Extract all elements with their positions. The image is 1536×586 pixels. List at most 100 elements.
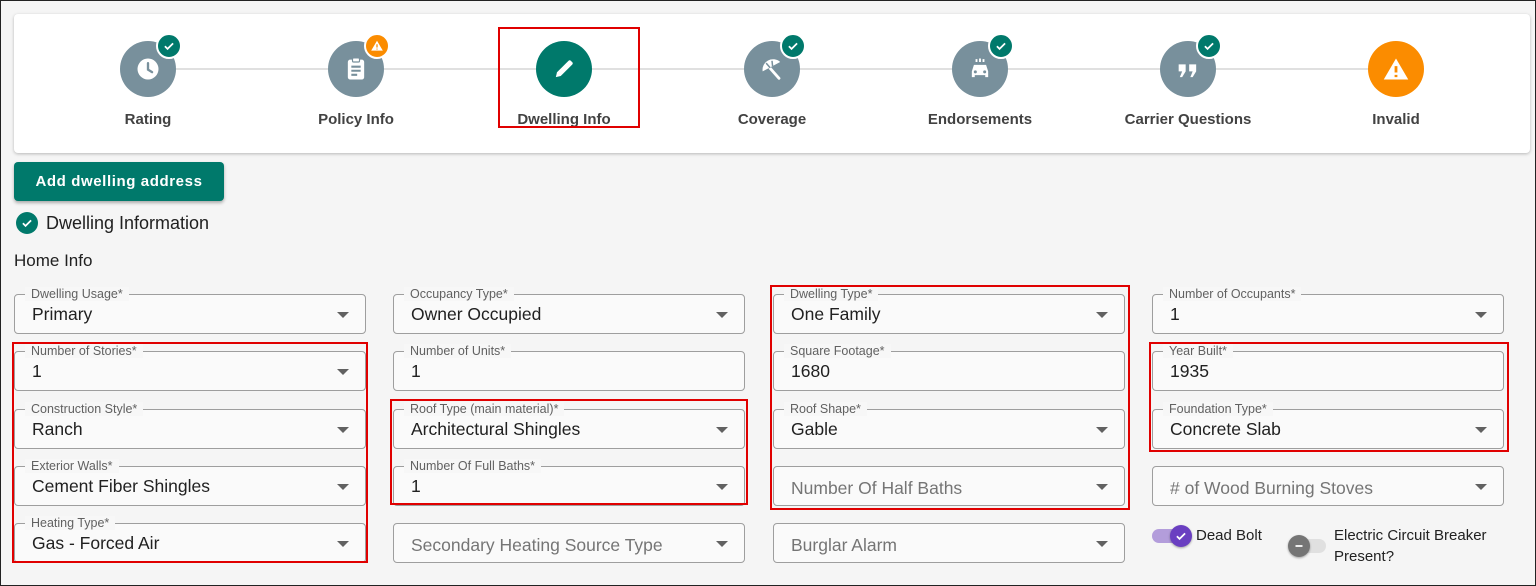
step-label: Coverage (737, 111, 807, 128)
field-value: Primary (32, 304, 93, 324)
field-label: Dwelling Usage* (25, 287, 129, 301)
quote-icon (1178, 64, 1197, 78)
dead-bolt-label: Dead Bolt (1196, 527, 1262, 544)
clock-icon (137, 58, 159, 80)
step-invalid[interactable]: Invalid (1316, 41, 1476, 128)
step-rating[interactable]: Rating (68, 33, 228, 128)
field-label: Year Built* (1163, 344, 1233, 358)
caret-down-icon (1475, 484, 1487, 490)
electric-circuit-breaker-toggle[interactable] (1288, 535, 1330, 557)
field-label: Number Of Full Baths* (404, 459, 542, 473)
field-label: Number of Occupants* (1163, 287, 1302, 301)
step-label: Carrier Questions (1124, 111, 1252, 128)
caret-down-icon (337, 541, 349, 547)
square-footage-input[interactable]: Square Footage* 1680 (773, 344, 1125, 391)
burglar-alarm-select[interactable]: Burglar Alarm (773, 523, 1125, 563)
clipboard-icon (347, 57, 365, 80)
step-invalid-circle (1368, 41, 1424, 97)
field-value: 1 (411, 476, 421, 496)
minus-icon (1288, 535, 1310, 557)
caret-down-icon (716, 484, 728, 490)
field-value: 1680 (791, 361, 830, 381)
step-label: Rating (124, 111, 172, 128)
field-label: Construction Style* (25, 402, 144, 416)
caret-down-icon (716, 312, 728, 318)
section-title: Dwelling Information (46, 212, 210, 233)
check-icon (156, 33, 182, 59)
field-placeholder: # of Wood Burning Stoves (1170, 478, 1373, 498)
caret-down-icon (337, 312, 349, 318)
car-icon (971, 58, 989, 78)
field-value: One Family (791, 304, 881, 324)
roof-shape-select[interactable]: Roof Shape* Gable (773, 402, 1125, 449)
field-placeholder: Burglar Alarm (791, 535, 898, 555)
number-of-half-baths-select[interactable]: Number Of Half Baths (773, 466, 1125, 506)
caret-down-icon (1096, 427, 1108, 433)
roof-type-select[interactable]: Roof Type (main material)* Architectural… (393, 402, 745, 449)
label-line: Present? (1334, 548, 1395, 565)
field-value: Architectural Shingles (411, 419, 581, 439)
warning-icon (1383, 58, 1409, 80)
field-label: Square Footage* (784, 344, 891, 358)
field-label: Heating Type* (25, 516, 116, 530)
field-label: Occupancy Type* (404, 287, 514, 301)
step-dwelling-info[interactable]: Dwelling Info (484, 41, 644, 128)
field-value: Concrete Slab (1170, 419, 1281, 439)
field-value: Ranch (32, 419, 83, 439)
foundation-type-select[interactable]: Foundation Type* Concrete Slab (1152, 402, 1504, 449)
step-policy-info[interactable]: Policy Info (276, 33, 436, 128)
field-label: Roof Shape* (784, 402, 867, 416)
section-header[interactable]: Dwelling Information (16, 212, 209, 234)
field-value: Cement Fiber Shingles (32, 476, 210, 496)
wood-burning-stoves-select[interactable]: # of Wood Burning Stoves (1152, 466, 1504, 506)
check-icon (988, 33, 1014, 59)
field-label: Number of Stories* (25, 344, 143, 358)
step-coverage[interactable]: Coverage (692, 33, 852, 128)
check-icon (1196, 33, 1222, 59)
check-icon (780, 33, 806, 59)
dead-bolt-toggle-row: Dead Bolt (1152, 525, 1262, 547)
step-label: Dwelling Info (517, 111, 611, 128)
field-value: 1 (1170, 304, 1180, 324)
label-line: Electric Circuit Breaker (1334, 527, 1487, 544)
number-of-full-baths-select[interactable]: Number Of Full Baths* 1 (393, 459, 745, 506)
step-endorsements[interactable]: Endorsements (900, 33, 1060, 128)
field-placeholder: Secondary Heating Source Type (411, 535, 663, 555)
step-dwelling-info-circle (536, 41, 592, 97)
check-circle-icon (16, 212, 38, 234)
caret-down-icon (1475, 312, 1487, 318)
warning-icon (364, 33, 390, 59)
step-carrier-questions[interactable]: Carrier Questions (1108, 33, 1268, 128)
field-placeholder: Number Of Half Baths (791, 478, 963, 498)
construction-style-select[interactable]: Construction Style* Ranch (14, 402, 366, 449)
step-label: Endorsements (927, 111, 1033, 128)
caret-down-icon (337, 484, 349, 490)
exterior-walls-select[interactable]: Exterior Walls* Cement Fiber Shingles (14, 459, 366, 506)
step-endorsements-circle (952, 33, 1014, 97)
heating-type-select[interactable]: Heating Type* Gas - Forced Air (14, 516, 366, 563)
occupancy-type-select[interactable]: Occupancy Type* Owner Occupied (393, 287, 745, 334)
field-label: Number of Units* (404, 344, 512, 358)
caret-down-icon (1475, 427, 1487, 433)
add-dwelling-address-button[interactable]: Add dwelling address (14, 162, 224, 201)
number-of-units-input[interactable]: Number of Units* 1 (393, 344, 745, 391)
dwelling-type-select[interactable]: Dwelling Type* One Family (773, 287, 1125, 334)
number-of-occupants-select[interactable]: Number of Occupants* 1 (1152, 287, 1504, 334)
number-of-stories-select[interactable]: Number of Stories* 1 (14, 344, 366, 391)
field-label: Exterior Walls* (25, 459, 119, 473)
secondary-heating-source-select[interactable]: Secondary Heating Source Type (393, 523, 745, 563)
step-rating-circle (120, 33, 182, 97)
caret-down-icon (337, 369, 349, 375)
caret-down-icon (337, 427, 349, 433)
umbrella-icon (762, 59, 781, 80)
dead-bolt-toggle[interactable] (1152, 525, 1192, 547)
caret-down-icon (1096, 312, 1108, 318)
caret-down-icon (716, 541, 728, 547)
year-built-input[interactable]: Year Built* 1935 (1152, 344, 1504, 391)
caret-down-icon (1096, 541, 1108, 547)
field-value: Gable (791, 419, 838, 439)
electric-circuit-breaker-label: Electric Circuit Breaker Present? (1334, 525, 1487, 567)
step-policy-info-circle (328, 33, 390, 97)
home-info-heading: Home Info (14, 251, 93, 270)
dwelling-usage-select[interactable]: Dwelling Usage* Primary (14, 287, 366, 334)
